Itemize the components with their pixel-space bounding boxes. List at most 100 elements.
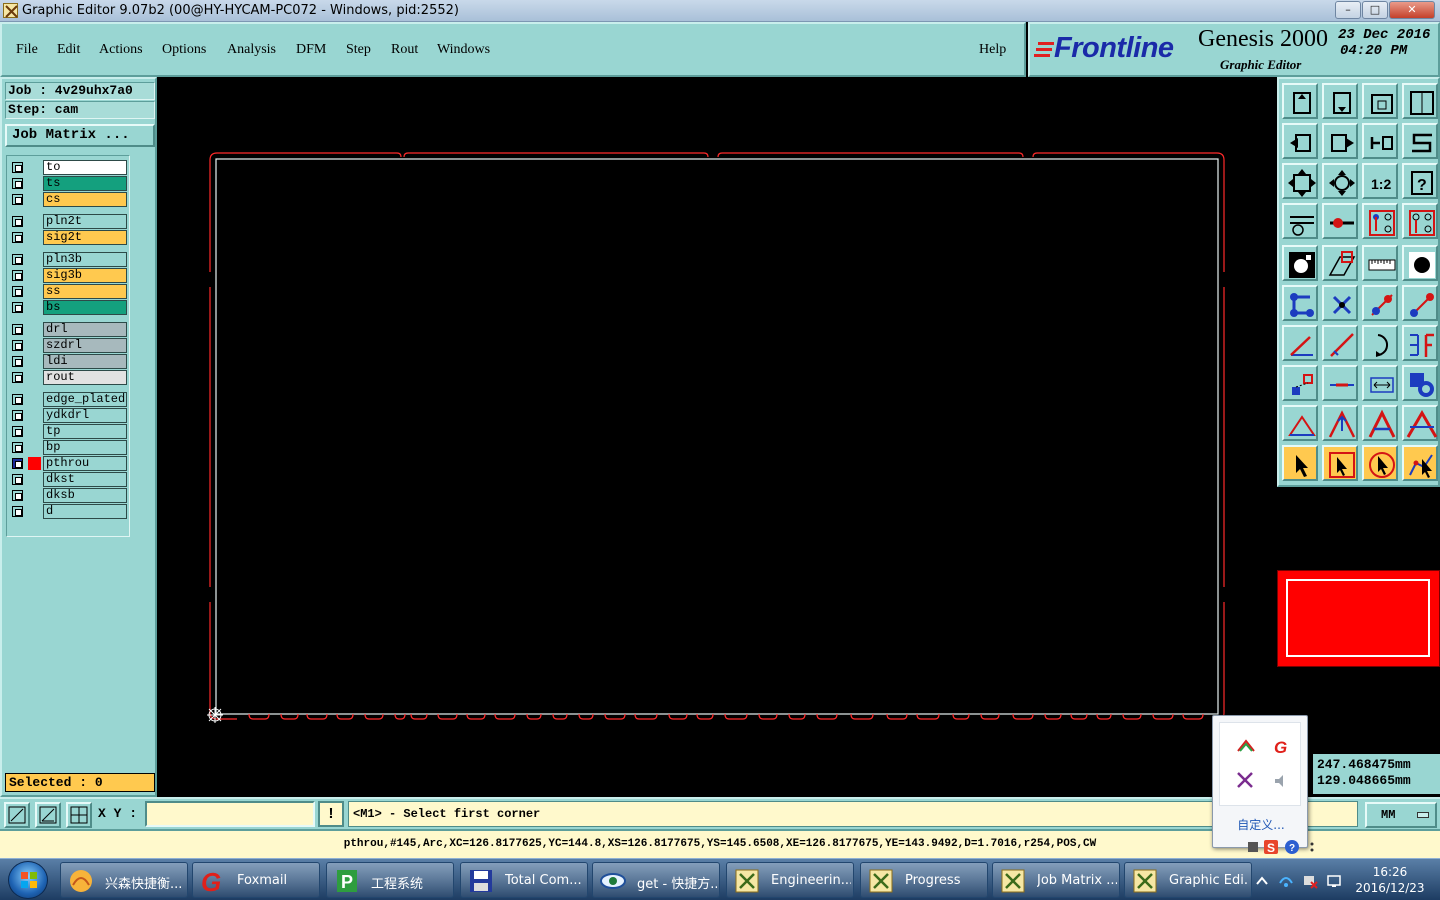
menu-rout[interactable]: Rout — [391, 42, 418, 58]
layer-row-sig3b[interactable]: sig3b — [9, 268, 127, 283]
zoom-fit-button[interactable] — [1362, 83, 1398, 119]
select-path-button[interactable] — [1402, 445, 1438, 481]
show-hidden-icons-icon[interactable] — [1254, 873, 1270, 889]
layer-checkbox[interactable] — [12, 394, 23, 405]
edit-shape-button[interactable] — [1322, 245, 1358, 281]
select-circle-button[interactable] — [1362, 445, 1398, 481]
execute-button[interactable]: ! — [318, 801, 344, 827]
pad-snap-button[interactable] — [1282, 245, 1318, 281]
layer-checkbox[interactable] — [12, 162, 23, 173]
layer-row-bp[interactable]: bp — [9, 440, 127, 455]
layer-checkbox[interactable] — [12, 254, 23, 265]
layer-name[interactable]: tp — [43, 424, 127, 439]
job-matrix-button[interactable]: Job Matrix ... — [5, 124, 155, 147]
line-nodes-2-button[interactable] — [1402, 285, 1438, 321]
layer-row-cs[interactable]: cs — [9, 192, 127, 207]
zoom-in-button[interactable] — [1322, 83, 1358, 119]
menu-analysis[interactable]: Analysis — [227, 42, 276, 58]
layer-checkbox[interactable] — [12, 442, 23, 453]
select-box-button[interactable] — [1322, 445, 1358, 481]
taskbar-item[interactable]: Engineerin... — [726, 862, 854, 898]
layer-name[interactable]: dkst — [43, 472, 127, 487]
zoom-home-button[interactable] — [1282, 83, 1318, 119]
menu-help[interactable]: Help — [979, 42, 1006, 58]
menu-options[interactable]: Options — [162, 42, 206, 58]
layer-name[interactable]: edge_plated — [43, 392, 127, 407]
fit-screen-button[interactable] — [1282, 163, 1318, 199]
close-button[interactable]: ✕ — [1389, 1, 1435, 19]
drawing-canvas[interactable] — [157, 77, 1277, 797]
select-pointer-button[interactable] — [1282, 445, 1318, 481]
layer-name[interactable]: bs — [43, 300, 127, 315]
menu-windows[interactable]: Windows — [437, 42, 490, 58]
layer-checkbox[interactable] — [12, 340, 23, 351]
layer-checkbox[interactable] — [12, 270, 23, 281]
action-center-icon[interactable] — [1302, 873, 1318, 889]
horizontal-line-button[interactable] — [1322, 365, 1358, 401]
pan-right-button[interactable] — [1322, 123, 1358, 159]
layer-row-sig2t[interactable]: sig2t — [9, 230, 127, 245]
redo-view-button[interactable] — [1402, 123, 1438, 159]
layer-row-bs[interactable]: bs — [9, 300, 127, 315]
move-pads-button[interactable] — [1282, 365, 1318, 401]
layer-checkbox[interactable] — [12, 178, 23, 189]
menu-file[interactable]: File — [16, 42, 38, 58]
layer-name[interactable]: rout — [43, 370, 127, 385]
taskbar-item[interactable]: G Foxmail — [192, 862, 320, 898]
layer-row-pthrou[interactable]: pthrou — [9, 456, 127, 471]
netlist-button[interactable] — [1362, 203, 1398, 239]
layer-row-pln3b[interactable]: pln3b — [9, 252, 127, 267]
mirror-text-button[interactable] — [1402, 325, 1438, 361]
layer-row-drl[interactable]: drl — [9, 322, 127, 337]
layer-checkbox[interactable] — [12, 474, 23, 485]
scale-1-2-button[interactable]: 1:2 — [1362, 163, 1398, 199]
start-button[interactable] — [8, 861, 48, 899]
view-split-button[interactable] — [1402, 83, 1438, 119]
snap-mode-button[interactable] — [4, 802, 30, 828]
zoom-center-button[interactable] — [1322, 163, 1358, 199]
slash-tool-button[interactable] — [1322, 325, 1358, 361]
layer-checkbox[interactable] — [12, 410, 23, 421]
taskbar-item[interactable]: get - 快捷方... — [592, 862, 720, 898]
layer-name[interactable]: pln2t — [43, 214, 127, 229]
connect-nodes-button[interactable] — [1282, 285, 1318, 321]
grid-mode-button[interactable] — [66, 802, 92, 828]
layer-checkbox[interactable] — [12, 490, 23, 501]
layer-name[interactable]: dksb — [43, 488, 127, 503]
taskbar-item[interactable]: 兴森快捷衡... — [60, 862, 188, 898]
layer-row-ts[interactable]: ts — [9, 176, 127, 191]
probe-button[interactable] — [1322, 203, 1358, 239]
layer-checkbox[interactable] — [12, 216, 23, 227]
layer-row-tp[interactable]: tp — [9, 424, 127, 439]
help-query-button[interactable]: ? — [1402, 163, 1438, 199]
xy-input[interactable] — [145, 801, 315, 827]
angle-tool-button[interactable] — [1282, 325, 1318, 361]
center-button[interactable] — [1362, 365, 1398, 401]
layer-name[interactable]: d — [43, 504, 127, 519]
layer-row-szdrl[interactable]: szdrl — [9, 338, 127, 353]
layer-checkbox[interactable] — [12, 302, 23, 313]
units-select[interactable]: MM — [1365, 802, 1437, 828]
layer-name[interactable]: ydkdrl — [43, 408, 127, 423]
layer-row-pln2t[interactable]: pln2t — [9, 214, 127, 229]
cross-button[interactable] — [1322, 285, 1358, 321]
angle-mode-button[interactable] — [35, 802, 61, 828]
round-pad-button[interactable] — [1402, 245, 1438, 281]
arc-tool-button[interactable] — [1362, 325, 1398, 361]
ruler-button[interactable] — [1362, 245, 1398, 281]
layer-row-ss[interactable]: ss — [9, 284, 127, 299]
network-icon[interactable] — [1278, 873, 1294, 889]
layer-row-to[interactable]: to — [9, 160, 127, 175]
menu-dfm[interactable]: DFM — [296, 42, 326, 58]
layer-checkbox[interactable] — [12, 194, 23, 205]
taskbar-item[interactable]: P 工程系统 — [326, 862, 454, 898]
triangle-wide-button[interactable] — [1402, 405, 1438, 441]
layer-checkbox[interactable] — [12, 372, 23, 383]
minimize-button[interactable]: – — [1335, 1, 1361, 19]
display-icon[interactable] — [1326, 873, 1342, 889]
layer-name[interactable]: bp — [43, 440, 127, 455]
layer-name[interactable]: drl — [43, 322, 127, 337]
layer-row-dksb[interactable]: dksb — [9, 488, 127, 503]
measure-tool-button[interactable] — [1282, 203, 1318, 239]
layer-name[interactable]: ldi — [43, 354, 127, 369]
